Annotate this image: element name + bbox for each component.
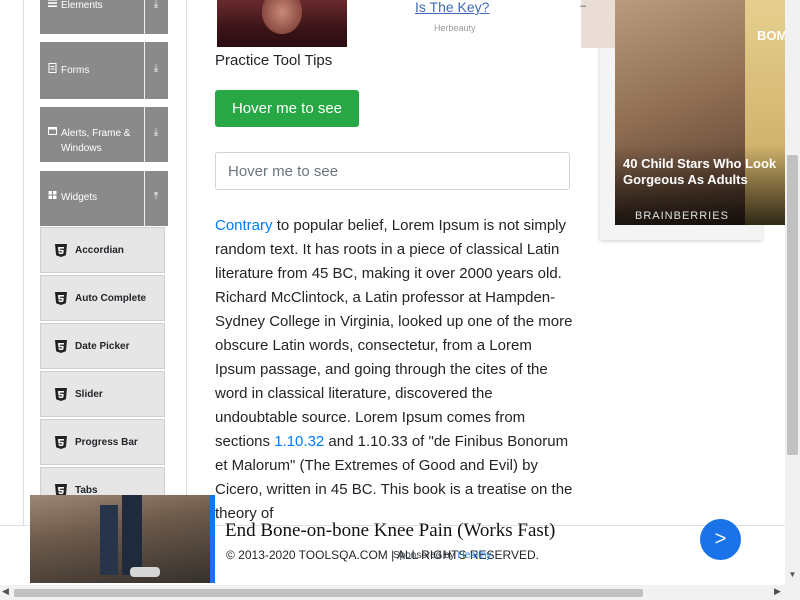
download-arrow-icon: ⤓ bbox=[153, 0, 159, 10]
ad-edge-dash: – bbox=[580, 0, 587, 12]
window-icon bbox=[48, 127, 57, 135]
sidebar-group-elements-content: Elements bbox=[48, 0, 144, 13]
sidebar-item-label: Progress Bar bbox=[75, 436, 138, 448]
horizontal-scrollbar-thumb[interactable] bbox=[14, 589, 643, 597]
upload-arrow-icon: ⤒ bbox=[153, 191, 159, 202]
scroll-right-arrow-icon[interactable]: ▶ bbox=[774, 586, 781, 597]
sidebar-group-forms-content: Forms bbox=[48, 63, 144, 78]
divider bbox=[144, 171, 145, 226]
html5-icon bbox=[55, 435, 67, 449]
right-ad-brand: BRAINBERRIES bbox=[635, 210, 729, 222]
hover-tooltip-input[interactable] bbox=[215, 152, 570, 190]
sidebar-group-label: Elements bbox=[61, 0, 103, 11]
bottom-ad-headline[interactable]: End Bone-on-bone Knee Pain (Works Fast) bbox=[225, 520, 555, 542]
ad-image-detail bbox=[100, 505, 118, 575]
divider bbox=[144, 107, 145, 162]
menu-icon bbox=[48, 0, 57, 7]
copyright-text: © 2013-2020 TOOLSQA.COM | ALL RIGHTS RES… bbox=[226, 548, 539, 562]
html5-icon bbox=[55, 387, 67, 401]
widgets-icon bbox=[48, 191, 57, 199]
paragraph-text: to popular belief, Lorem Ipsum is not si… bbox=[215, 217, 573, 450]
sidebar-group-label: Alerts, Frame & Windows bbox=[61, 128, 131, 154]
ad-headline-link[interactable]: Is The Key? bbox=[415, 0, 489, 15]
sidebar-item-progress-bar[interactable]: Progress Bar bbox=[40, 419, 165, 465]
sidebar-group-label: Widgets bbox=[61, 192, 98, 203]
sidebar-group-widgets[interactable]: Widgets ⤒ bbox=[40, 171, 168, 226]
section-link[interactable]: 1.10.32 bbox=[274, 433, 324, 450]
sidebar-item-slider[interactable]: Slider bbox=[40, 371, 165, 417]
page-title: Practice Tool Tips bbox=[215, 52, 333, 69]
bottom-ad-image[interactable] bbox=[30, 495, 210, 583]
ad-photo-text: BOMB bbox=[757, 28, 785, 43]
sponsored-label: Sponsored by Healthy bbox=[393, 550, 491, 561]
hover-tooltip-button[interactable]: Hover me to see bbox=[215, 90, 359, 127]
sponsor-name[interactable]: Healthy bbox=[458, 550, 492, 561]
html5-icon bbox=[55, 291, 67, 305]
bottom-ad-accent bbox=[210, 495, 215, 583]
sidebar-item-label: Auto Complete bbox=[75, 292, 147, 304]
vertical-scrollbar-thumb[interactable] bbox=[787, 155, 798, 455]
ad-image-detail bbox=[122, 495, 142, 575]
contrary-link[interactable]: Contrary bbox=[215, 217, 273, 234]
right-ad-image[interactable]: BOMB bbox=[615, 0, 785, 225]
download-arrow-icon: ⤓ bbox=[153, 63, 159, 74]
sidebar-item-date-picker[interactable]: Date Picker bbox=[40, 323, 165, 369]
sidebar-group-elements[interactable]: Elements ⤓ bbox=[40, 0, 168, 34]
html5-icon bbox=[55, 243, 67, 257]
html5-icon bbox=[55, 339, 67, 353]
sidebar-group-alerts-content: Alerts, Frame & Windows bbox=[48, 126, 144, 156]
sidebar-item-label: Slider bbox=[75, 388, 103, 400]
ad-source-label: Herbeauty bbox=[434, 23, 476, 33]
sidebar-item-accordian[interactable]: Accordian bbox=[40, 227, 165, 273]
sidebar-item-auto-complete[interactable]: Auto Complete bbox=[40, 275, 165, 321]
divider bbox=[144, 42, 145, 99]
sidebar-group-widgets-content: Widgets bbox=[48, 190, 144, 205]
sidebar-group-label: Forms bbox=[61, 65, 90, 76]
sidebar-group-forms[interactable]: Forms ⤓ bbox=[40, 42, 168, 99]
sidebar-item-label: Accordian bbox=[75, 244, 124, 256]
lorem-paragraph: Contrary to popular belief, Lorem Ipsum … bbox=[215, 214, 575, 526]
next-ad-button[interactable]: > bbox=[700, 519, 741, 560]
download-arrow-icon: ⤓ bbox=[153, 127, 159, 138]
sponsored-prefix: Sponsored by bbox=[393, 550, 458, 561]
ad-thumbnail-face bbox=[262, 0, 302, 34]
sidebar-group-alerts[interactable]: Alerts, Frame & Windows ⤓ bbox=[40, 107, 168, 162]
sidebar-item-label: Tabs bbox=[75, 484, 98, 496]
ad-image-detail bbox=[130, 567, 160, 577]
divider bbox=[144, 0, 145, 34]
right-ad-caption[interactable]: 40 Child Stars Who Look Gorgeous As Adul… bbox=[623, 156, 793, 188]
scroll-down-arrow-icon[interactable]: ▼ bbox=[786, 570, 799, 583]
scroll-left-arrow-icon[interactable]: ◀ bbox=[2, 586, 9, 597]
sidebar-item-label: Date Picker bbox=[75, 340, 130, 352]
form-icon bbox=[48, 63, 57, 73]
